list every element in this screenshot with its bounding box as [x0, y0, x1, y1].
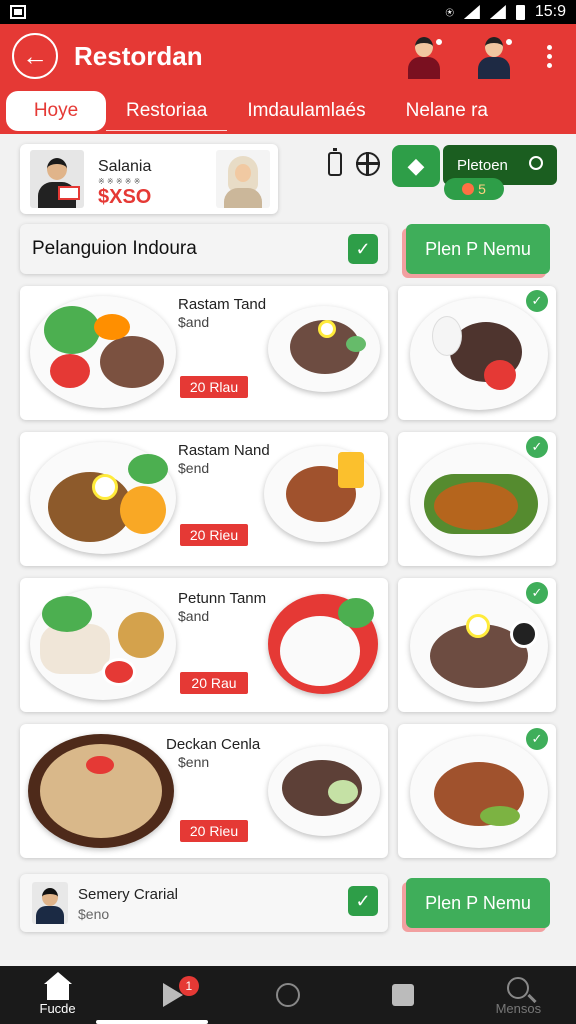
dish-image — [28, 734, 174, 848]
dish-subtitle: $end — [178, 460, 210, 476]
clock-icon — [275, 983, 300, 1007]
profile-name: Salania — [98, 158, 152, 175]
check-icon: ✓ — [526, 582, 548, 604]
check-icon: ✓ — [526, 436, 548, 458]
face-icon — [462, 183, 475, 195]
count-value: 5 — [478, 181, 486, 197]
dish-image — [268, 594, 378, 694]
arrow-left-icon: ← — [22, 40, 48, 71]
dish-image — [410, 444, 548, 556]
checkbox-checked-icon[interactable]: ✓ — [348, 234, 378, 264]
nav-label: Fucde — [39, 1000, 76, 1016]
dish-card[interactable]: Rastam Nand $end 20 Rieu — [20, 432, 388, 566]
dish-subtitle: $and — [178, 608, 210, 624]
footer-button[interactable]: Plen P Nemu — [406, 878, 550, 928]
screenshot-icon — [10, 5, 26, 19]
home-icon — [43, 971, 72, 1000]
nav-search[interactable]: Mensos — [478, 975, 558, 1016]
primary-button[interactable]: Plen P Nemu — [406, 224, 550, 274]
dish-image — [410, 736, 548, 848]
dish-subtitle: $and — [178, 314, 210, 330]
status-bar: ⍟ 15:9 — [0, 0, 576, 24]
dish-side-card[interactable]: ✓ — [398, 286, 556, 420]
dish-image — [30, 296, 176, 408]
dish-name: Rastam Tand — [178, 296, 267, 313]
price-tag[interactable]: 20 Rieu — [180, 524, 248, 546]
dish-name: Rastam Nand — [178, 442, 270, 459]
profile-photo — [216, 150, 270, 208]
notification-badge: 1 — [178, 976, 199, 996]
check-icon: ✓ — [526, 290, 548, 312]
footer-profile-card[interactable]: Semery Crarial $eno ✓ — [20, 874, 388, 932]
nav-clock[interactable] — [248, 982, 328, 1008]
more-menu-icon[interactable] — [534, 44, 564, 68]
dish-side-card[interactable]: ✓ — [398, 578, 556, 712]
dish-side-card[interactable]: ✓ — [398, 432, 556, 566]
nav-home[interactable]: Fucde — [18, 971, 98, 1016]
dish-card[interactable]: Petunn Tanm $and 20 Rau — [20, 578, 388, 712]
section-title: Pelanguion Indoura — [32, 238, 197, 259]
dish-image — [268, 306, 380, 392]
search-icon — [529, 156, 543, 170]
dish-card[interactable]: Deckan Cenla $enn 20 Rieu — [20, 724, 388, 858]
dish-image — [30, 442, 176, 554]
avatar[interactable] — [404, 33, 444, 79]
dish-image — [30, 588, 176, 700]
count-badge: 5 — [444, 178, 504, 200]
dish-image — [264, 446, 380, 542]
dish-side-card[interactable]: ✓ — [398, 724, 556, 858]
dish-image — [410, 590, 548, 702]
dish-name: Petunn Tanm — [178, 590, 267, 607]
pin-icon: ◆ — [407, 153, 425, 178]
dish-subtitle: $enn — [178, 754, 210, 770]
footer-profile-subtitle: $eno — [78, 906, 110, 922]
home-indicator[interactable] — [96, 1020, 208, 1024]
dish-image — [410, 298, 548, 410]
tab-restoriaa[interactable]: Restoriaa — [106, 91, 228, 131]
tab-nelane[interactable]: Nelane ra — [386, 91, 508, 131]
wifi-icon — [463, 5, 480, 19]
status-time: 15:9 — [534, 3, 566, 20]
price-tag[interactable]: 20 Rieu — [180, 820, 248, 842]
dish-name: Deckan Cenla — [166, 736, 261, 753]
battery-icon — [515, 4, 525, 20]
dark-action-label: Pletoen — [457, 156, 508, 174]
target-icon[interactable] — [356, 152, 380, 176]
square-icon — [392, 984, 415, 1006]
app-bar: ← Restordan — [0, 24, 576, 88]
tab-hoye[interactable]: Hoye — [6, 91, 106, 131]
signal-icon — [489, 5, 506, 19]
profile-subtitle: ※ ※ ※ ※ ※ — [98, 177, 141, 186]
tab-imdaulamlaes[interactable]: Imdaulamlaés — [227, 91, 385, 131]
app-title: Restordan — [74, 40, 203, 71]
back-button[interactable]: ← — [12, 33, 58, 79]
nav-play[interactable]: 1 — [133, 976, 213, 1008]
tab-bar: Hoye Restoriaa Imdaulamlaés Nelane ra — [0, 88, 576, 134]
profile-card[interactable]: Salania ※ ※ ※ ※ ※ $XSO — [20, 144, 278, 214]
vibrate-icon: ⍟ — [445, 3, 454, 20]
price-tag[interactable]: 20 Rau — [180, 672, 248, 694]
checkbox-checked-icon[interactable]: ✓ — [348, 886, 378, 916]
section-header[interactable]: Pelanguion Indoura ✓ — [20, 224, 388, 274]
battery-icon[interactable] — [328, 148, 342, 176]
dish-card[interactable]: Rastam Tand $and 20 Rlau — [20, 286, 388, 420]
avatar[interactable] — [474, 33, 514, 79]
avatar — [32, 882, 68, 924]
footer-profile-name: Semery Crarial — [78, 886, 179, 903]
search-icon — [507, 976, 530, 999]
bottom-nav: Fucde 1 Mensos — [0, 966, 576, 1024]
nav-square[interactable] — [363, 982, 443, 1008]
check-icon: ✓ — [526, 728, 548, 750]
location-button[interactable]: ◆ — [392, 145, 440, 187]
price-tag[interactable]: 20 Rlau — [180, 376, 248, 398]
dish-image — [268, 746, 380, 836]
profile-photo — [30, 150, 84, 208]
profile-price: $XSO — [98, 186, 152, 208]
